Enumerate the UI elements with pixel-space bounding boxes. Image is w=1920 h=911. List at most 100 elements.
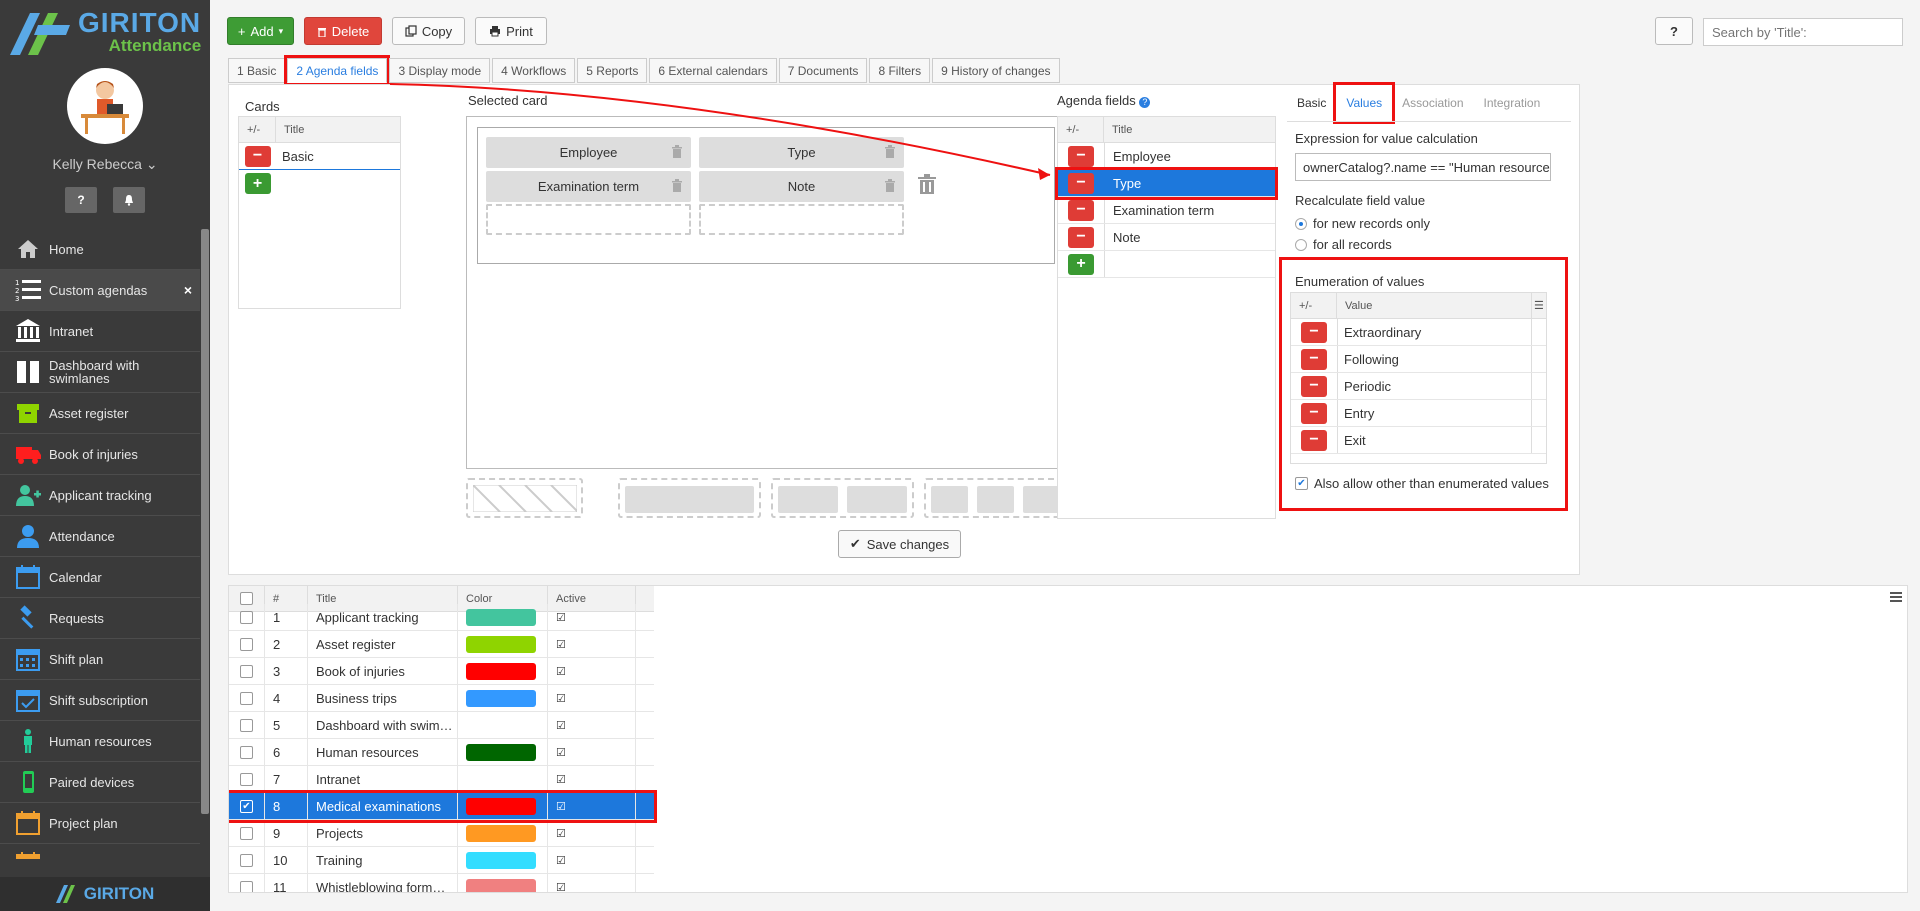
app-logo[interactable]: GIRITON Attendance <box>0 0 210 62</box>
remove-field-button[interactable]: − <box>1068 145 1094 167</box>
field-tab-integration[interactable]: Integration <box>1474 85 1551 121</box>
list-item[interactable]: − Exit <box>1291 427 1546 454</box>
list-item[interactable]: − Following <box>1291 346 1546 373</box>
table-row[interactable]: − Employee <box>1058 143 1275 170</box>
row-checkbox[interactable] <box>240 691 253 705</box>
tab-7[interactable]: 7 Documents <box>778 58 868 83</box>
nav-item-home[interactable]: Home <box>0 229 200 270</box>
remove-value-button[interactable]: − <box>1301 429 1327 451</box>
row-checkbox[interactable] <box>240 772 253 786</box>
search-input[interactable] <box>1703 18 1903 46</box>
print-button[interactable]: Print <box>475 17 547 45</box>
nav-item-asset-register[interactable]: Asset register <box>0 393 200 434</box>
row-checkbox[interactable] <box>240 610 253 624</box>
table-row[interactable]: 3 Book of injuries ☑ <box>229 658 654 685</box>
trash-icon[interactable] <box>672 179 682 192</box>
field-tab-values[interactable]: Values <box>1333 82 1396 124</box>
row-checkbox[interactable] <box>240 853 253 867</box>
column-menu-icon[interactable] <box>1889 590 1903 604</box>
page-help-button[interactable]: ? <box>1655 17 1693 45</box>
remove-field-button[interactable]: − <box>1068 226 1094 248</box>
column-menu-icon[interactable]: ☰ <box>1532 293 1546 318</box>
empty-field-slot[interactable] <box>486 204 691 235</box>
nav-item-book-of-injuries[interactable]: Book of injuries <box>0 434 200 475</box>
remove-field-button[interactable]: − <box>1068 199 1094 221</box>
copy-button[interactable]: Copy <box>392 17 465 45</box>
table-row[interactable]: − Examination term <box>1058 197 1275 224</box>
field-tab-association[interactable]: Association <box>1392 85 1473 121</box>
add-field-button[interactable]: + <box>1068 253 1094 275</box>
card-field-type[interactable]: Type <box>699 137 904 168</box>
add-card-button[interactable]: + <box>244 173 271 194</box>
remove-card-button[interactable]: − <box>244 145 271 167</box>
table-row[interactable]: − Basic <box>239 143 400 170</box>
sidebar-scrollbar[interactable] <box>201 229 209 814</box>
nav-item-shift-plan[interactable]: Shift plan <box>0 639 200 680</box>
layout-option-three-columns[interactable] <box>924 478 1067 518</box>
nav-item-applicant-tracking[interactable]: Applicant tracking <box>0 475 200 516</box>
table-row[interactable]: ✔ 8 Medical examinations ☑ <box>229 790 657 823</box>
sidebar-footer-logo[interactable]: GIRITON <box>0 877 210 911</box>
avatar[interactable] <box>67 68 143 144</box>
nav-item-projects[interactable]: Projects <box>0 844 200 859</box>
radio-new-records[interactable]: for new records only <box>1295 216 1430 231</box>
nav-item-dashboard-with-swimlanes[interactable]: Dashboard with swimlanes <box>0 352 200 393</box>
card-field-examination-term[interactable]: Examination term <box>486 171 691 202</box>
nav-item-calendar[interactable]: Calendar <box>0 557 200 598</box>
nav-item-project-plan[interactable]: Project plan <box>0 803 200 844</box>
table-row[interactable]: − Note <box>1058 224 1275 251</box>
add-button[interactable]: + Add ▾ <box>227 17 294 45</box>
card-field-note[interactable]: Note <box>699 171 904 202</box>
table-row[interactable]: 11 Whistleblowing form… ☑ <box>229 874 654 892</box>
layout-option-one-column[interactable] <box>618 478 761 518</box>
row-checkbox[interactable] <box>240 637 253 651</box>
layout-option-striped[interactable] <box>466 478 583 518</box>
nav-item-shift-subscription[interactable]: Shift subscription <box>0 680 200 721</box>
list-item[interactable]: − Entry <box>1291 400 1546 427</box>
tab-6[interactable]: 6 External calendars <box>649 58 777 83</box>
card-field-employee[interactable]: Employee <box>486 137 691 168</box>
radio-all-records[interactable]: for all records <box>1295 237 1392 252</box>
remove-field-button[interactable]: − <box>1068 172 1094 194</box>
card-section[interactable]: Employee Type Examination term Note <box>477 127 1055 264</box>
notifications-button[interactable] <box>113 187 145 213</box>
nav-item-human-resources[interactable]: Human resources <box>0 721 200 762</box>
nav-item-attendance[interactable]: Attendance <box>0 516 200 557</box>
table-row[interactable]: 10 Training ☑ <box>229 847 654 874</box>
nav-item-paired-devices[interactable]: Paired devices <box>0 762 200 803</box>
remove-value-button[interactable]: − <box>1301 348 1327 370</box>
nav-item-custom-agendas[interactable]: 123 Custom agendas × <box>0 270 200 311</box>
allow-other-checkbox[interactable]: ✔ Also allow other than enumerated values <box>1295 476 1549 491</box>
list-item[interactable]: − Periodic <box>1291 373 1546 400</box>
table-row[interactable]: 6 Human resources ☑ <box>229 739 654 766</box>
user-name-dropdown[interactable]: Kelly Rebecca ⌄ <box>0 156 210 173</box>
table-row[interactable]: 2 Asset register ☑ <box>229 631 654 658</box>
expression-input[interactable]: ownerCatalog?.name == "Human resources <box>1295 153 1551 181</box>
field-tab-basic[interactable]: Basic <box>1287 85 1336 121</box>
row-checkbox[interactable] <box>240 718 253 732</box>
help-circle-icon[interactable]: ? <box>1139 97 1151 108</box>
empty-field-slot[interactable] <box>699 204 904 235</box>
table-row[interactable]: 9 Projects ☑ <box>229 820 654 847</box>
nav-item-requests[interactable]: Requests <box>0 598 200 639</box>
tab-3[interactable]: 3 Display mode <box>389 58 491 83</box>
table-row[interactable]: 5 Dashboard with swim… ☑ <box>229 712 654 739</box>
row-checkbox[interactable] <box>240 826 253 840</box>
save-changes-button[interactable]: ✔ Save changes <box>838 530 961 558</box>
trash-icon[interactable] <box>885 179 895 192</box>
layout-option-two-columns[interactable] <box>771 478 914 518</box>
delete-section-icon[interactable] <box>918 174 936 194</box>
table-row[interactable]: 4 Business trips ☑ <box>229 685 654 712</box>
table-row[interactable]: 7 Intranet ☑ <box>229 766 654 793</box>
row-checkbox[interactable] <box>240 880 253 892</box>
remove-value-button[interactable]: − <box>1301 321 1327 343</box>
table-row[interactable]: 1 Applicant tracking ☑ <box>229 604 654 631</box>
table-row[interactable]: − Type <box>1055 167 1278 200</box>
row-checkbox[interactable] <box>240 664 253 678</box>
tab-1[interactable]: 1 Basic <box>228 58 286 83</box>
row-checkbox[interactable] <box>240 745 253 759</box>
tab-8[interactable]: 8 Filters <box>869 58 931 83</box>
nav-item-intranet[interactable]: Intranet <box>0 311 200 352</box>
tab-4[interactable]: 4 Workflows <box>492 58 576 83</box>
help-button[interactable]: ? <box>65 187 97 213</box>
